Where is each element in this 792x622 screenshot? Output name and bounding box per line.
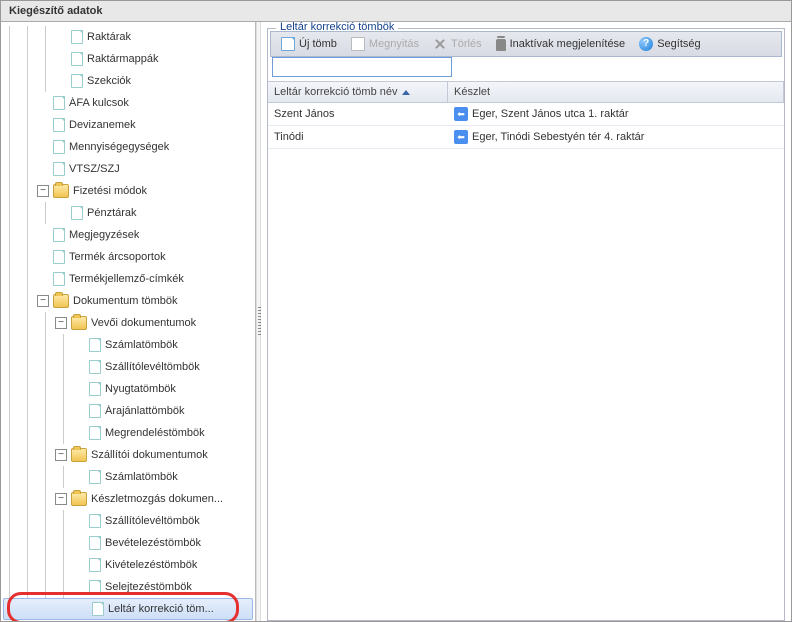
folder-icon: [71, 492, 87, 506]
cell-keszlet: Eger, Szent János utca 1. raktár: [472, 108, 629, 120]
doc-icon: [53, 250, 65, 264]
new-button[interactable]: Új tömb: [275, 35, 343, 53]
grid[interactable]: Leltár korrekció tömb név Készlet Szent …: [268, 81, 784, 620]
window-title: Kiegészítő adatok: [1, 1, 791, 22]
folder-icon: [53, 184, 69, 198]
doc-icon: [53, 140, 65, 154]
doc-icon: [92, 602, 104, 616]
tree-item-raktarak[interactable]: Raktárak: [1, 26, 255, 48]
folder-icon: [71, 448, 87, 462]
folder-icon: [71, 316, 87, 330]
tree-item-arcsoportok[interactable]: Termék árcsoportok: [1, 246, 255, 268]
doc-icon: [89, 338, 101, 352]
tree-item-afa[interactable]: ÁFA kulcsok: [1, 92, 255, 114]
tree-item-szallitolevel2[interactable]: Szállítólevéltömbök: [1, 510, 255, 532]
tree-item-kivetelezes[interactable]: Kivételezéstömbök: [1, 554, 255, 576]
doc-icon: [89, 558, 101, 572]
tree-item-jellemzo[interactable]: Termékjellemző-címkék: [1, 268, 255, 290]
open-button[interactable]: Megnyitás: [345, 35, 425, 53]
folder-icon: [53, 294, 69, 308]
tree-item-szekciok[interactable]: Szekciók: [1, 70, 255, 92]
doc-icon: [53, 118, 65, 132]
cell-name: Tinódi: [274, 131, 304, 143]
doc-icon: [71, 30, 83, 44]
doc-icon: [71, 52, 83, 66]
doc-icon: [53, 272, 65, 286]
table-row[interactable]: Tinódi ⬅ Eger, Tinódi Sebestyén tér 4. ra…: [268, 126, 784, 149]
new-icon: [281, 37, 295, 51]
doc-icon: [89, 514, 101, 528]
grid-header: Leltár korrekció tömb név Készlet: [268, 82, 784, 103]
tree-item-mennyiseg[interactable]: Mennyiségegységek: [1, 136, 255, 158]
tree-item-raktarmappak[interactable]: Raktármappák: [1, 48, 255, 70]
tree-item-leltar-korrekcio[interactable]: Leltár korrekció töm...: [3, 598, 253, 620]
tree-item-szamlatombok2[interactable]: Számlatömbök: [1, 466, 255, 488]
tree-item-vevoi[interactable]: −Vevői dokumentumok: [1, 312, 255, 334]
tree-item-szamlatombok[interactable]: Számlatömbök: [1, 334, 255, 356]
doc-icon: [53, 162, 65, 176]
doc-icon: [89, 470, 101, 484]
doc-icon: [89, 382, 101, 396]
delete-button[interactable]: Törlés: [427, 35, 488, 53]
help-button[interactable]: ?Segítség: [633, 35, 706, 53]
collapse-toggle[interactable]: −: [55, 449, 67, 461]
help-icon: ?: [639, 37, 653, 51]
splitter-handle[interactable]: [256, 22, 261, 621]
tree-item-bevetelezes[interactable]: Bevételezéstömbök: [1, 532, 255, 554]
tree-item-selejtezes[interactable]: Selejtezéstömbök: [1, 576, 255, 598]
doc-icon: [89, 536, 101, 550]
sidebar-tree[interactable]: Raktárak Raktármappák Szekciók ÁFA kulcs…: [1, 22, 256, 621]
tree-item-deviza[interactable]: Devizanemek: [1, 114, 255, 136]
link-icon[interactable]: ⬅: [454, 107, 468, 121]
doc-icon: [53, 228, 65, 242]
collapse-toggle[interactable]: −: [37, 295, 49, 307]
tree-item-doktombok[interactable]: −Dokumentum tömbök: [1, 290, 255, 312]
tree-item-fizetesi[interactable]: −Fizetési módok: [1, 180, 255, 202]
tree-item-megrendeles[interactable]: Megrendeléstömbök: [1, 422, 255, 444]
tree-item-vtsz[interactable]: VTSZ/SZJ: [1, 158, 255, 180]
tree-item-nyugta[interactable]: Nyugtatömbök: [1, 378, 255, 400]
collapse-toggle[interactable]: −: [55, 493, 67, 505]
collapse-toggle[interactable]: −: [55, 317, 67, 329]
toolbar: Új tömb Megnyitás Törlés Inaktívak megje…: [270, 31, 782, 57]
link-icon[interactable]: ⬅: [454, 130, 468, 144]
tree-item-szallitoi[interactable]: −Szállítói dokumentumok: [1, 444, 255, 466]
trash-icon: [496, 39, 506, 51]
doc-icon: [53, 96, 65, 110]
doc-icon: [71, 206, 83, 220]
doc-icon: [89, 360, 101, 374]
collapse-toggle[interactable]: −: [37, 185, 49, 197]
doc-icon: [89, 580, 101, 594]
tree-item-keszletmozgas[interactable]: −Készletmozgás dokumen...: [1, 488, 255, 510]
tree-item-arajanlat[interactable]: Árajánlattömbök: [1, 400, 255, 422]
tree-item-penztarak[interactable]: Pénztárak: [1, 202, 255, 224]
main-panel: Leltár korrekció tömbök Új tömb Megnyitá…: [267, 28, 785, 621]
doc-icon: [89, 426, 101, 440]
delete-icon: [433, 37, 447, 51]
doc-icon: [89, 404, 101, 418]
doc-icon: [71, 74, 83, 88]
tree-item-megjegyzesek[interactable]: Megjegyzések: [1, 224, 255, 246]
column-name[interactable]: Leltár korrekció tömb név: [268, 82, 448, 102]
sort-asc-icon: [402, 90, 410, 95]
cell-name: Szent János: [274, 108, 335, 120]
open-icon: [351, 37, 365, 51]
table-row[interactable]: Szent János ⬅ Eger, Szent János utca 1. r…: [268, 103, 784, 126]
show-inactive-button[interactable]: Inaktívak megjelenítése: [490, 35, 632, 53]
cell-keszlet: Eger, Tinódi Sebestyén tér 4. raktár: [472, 131, 644, 143]
filter-input[interactable]: [272, 57, 452, 77]
tree-item-szallitolevel1[interactable]: Szállítólevéltömbök: [1, 356, 255, 378]
column-keszlet[interactable]: Készlet: [448, 82, 784, 102]
